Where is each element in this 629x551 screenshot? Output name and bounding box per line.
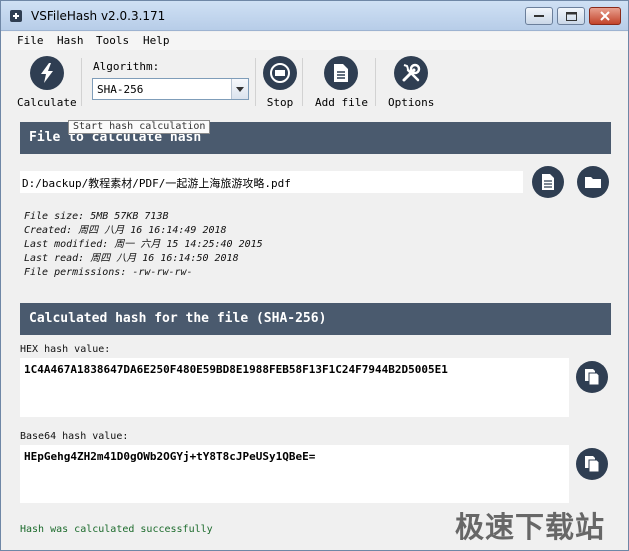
folder-icon (585, 177, 601, 188)
algorithm-label: Algorithm: (93, 60, 160, 73)
document-icon (324, 56, 359, 90)
options-label: Options (388, 96, 435, 109)
file-permissions: File permissions: -rw-rw-rw- (24, 267, 193, 278)
chevron-down-icon[interactable] (231, 79, 248, 99)
add-file-button[interactable]: Add file (315, 56, 368, 109)
watermark: 极速下载站 (455, 510, 606, 544)
hash-section-header: Calculated hash for the file (SHA-256) (20, 303, 611, 335)
file-last-modified: Last modified: 周一 六月 15 14:25:40 2015 (24, 239, 263, 250)
minimize-icon (534, 15, 544, 17)
calculate-tooltip: Start hash calculation (68, 120, 211, 134)
app-window: VSFileHash v2.0.3.171 File Hash Tools He… (0, 0, 629, 551)
menu-hash[interactable]: Hash (57, 34, 84, 47)
menu-help[interactable]: Help (143, 34, 170, 47)
app-icon (9, 9, 23, 23)
lightning-icon (29, 56, 64, 90)
calculate-button[interactable]: Calculate (17, 56, 77, 109)
title-bar[interactable]: VSFileHash v2.0.3.171 (1, 1, 628, 31)
copy-icon (585, 369, 600, 386)
stop-label: Stop (266, 96, 294, 109)
maximize-button[interactable] (557, 7, 585, 25)
copy-hex-button[interactable] (576, 361, 608, 393)
hex-hash-field[interactable]: 1C4A467A1838647DA6E250F480E59BD8E1988FEB… (20, 358, 569, 417)
status-text: Hash was calculated successfully (20, 524, 213, 535)
document-icon (542, 174, 554, 190)
view-file-button[interactable] (532, 166, 564, 198)
copy-icon (585, 456, 600, 473)
stop-icon (263, 56, 297, 90)
file-path-field[interactable]: D:/backup/教程素材/PDF/一起游上海旅游攻略.pdf (20, 171, 523, 193)
add-file-label: Add file (315, 96, 368, 109)
hex-hash-label: HEX hash value: (20, 344, 111, 355)
file-created: Created: 周四 八月 16 16:14:49 2018 (24, 225, 227, 236)
base64-hash-label: Base64 hash value: (20, 431, 129, 442)
hash-section-title: Calculated hash for the file (SHA-256) (29, 311, 327, 326)
close-icon (600, 11, 610, 21)
stop-button[interactable]: Stop (263, 56, 297, 109)
open-folder-button[interactable] (577, 166, 609, 198)
calculate-label: Calculate (17, 96, 77, 109)
copy-base64-button[interactable] (576, 448, 608, 480)
toolbar-separator (375, 58, 376, 106)
base64-hash-field[interactable]: HEpGehg4ZH2m41D0gOWb2OGYj+tY8T8cJPeUSy1Q… (20, 445, 569, 503)
window-title: VSFileHash v2.0.3.171 (31, 9, 166, 23)
toolbar-separator (255, 58, 256, 106)
menu-bar: File Hash Tools Help (1, 32, 628, 50)
wrench-screwdriver-icon (394, 56, 429, 90)
file-size: File size: 5MB 57KB 713B (24, 211, 169, 222)
menu-tools[interactable]: Tools (96, 34, 129, 47)
toolbar-separator (81, 58, 82, 106)
options-button[interactable]: Options (388, 56, 434, 109)
close-button[interactable] (589, 7, 621, 25)
file-info: File size: 5MB 57KB 713B Created: 周四 八月 … (24, 210, 263, 280)
minimize-button[interactable] (525, 7, 553, 25)
toolbar-separator (302, 58, 303, 106)
menu-file[interactable]: File (17, 34, 44, 47)
maximize-icon (565, 11, 577, 21)
algorithm-value: SHA-256 (97, 83, 144, 96)
file-last-read: Last read: 周四 八月 16 16:14:50 2018 (24, 253, 239, 264)
algorithm-select[interactable]: SHA-256 (92, 78, 249, 100)
